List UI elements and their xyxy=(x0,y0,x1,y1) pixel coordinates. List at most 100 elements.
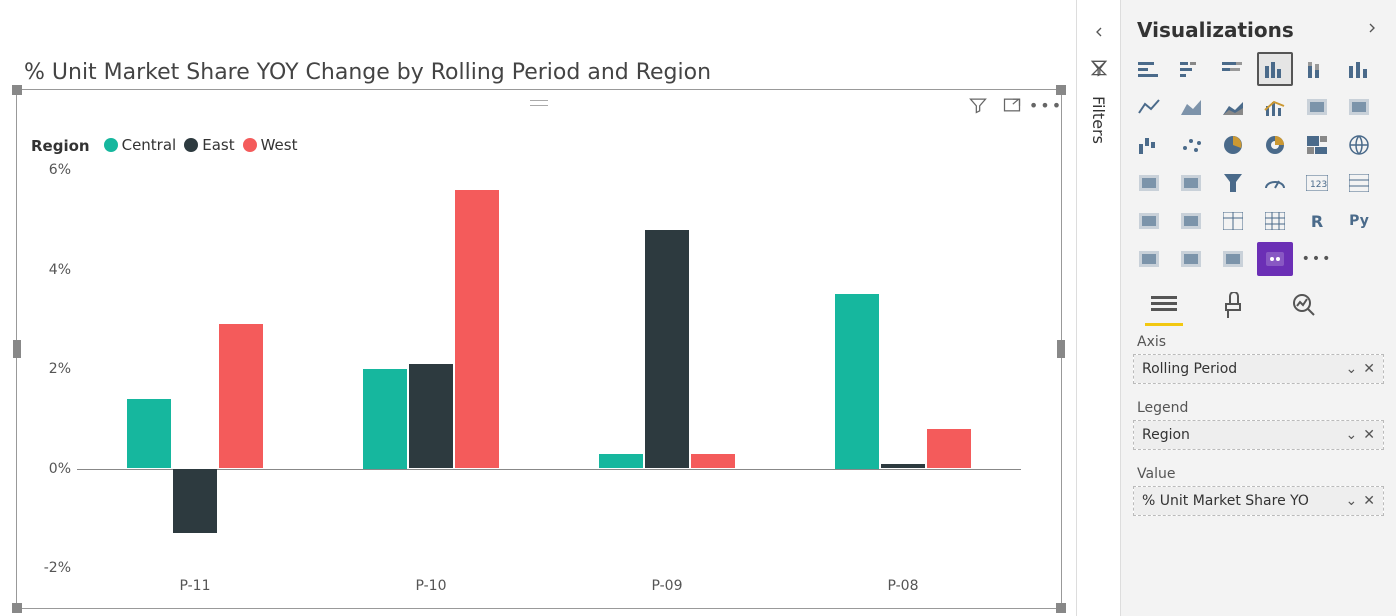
chevron-left-icon[interactable] xyxy=(1091,24,1107,44)
gauge-icon[interactable] xyxy=(1257,166,1293,200)
visual-header: ••• xyxy=(967,94,1057,116)
waterfall-icon[interactable] xyxy=(1131,128,1167,162)
bar[interactable] xyxy=(927,429,971,469)
stacked-column-icon[interactable] xyxy=(1299,52,1335,86)
y-tick-label: 6% xyxy=(27,162,71,178)
shape-map-icon[interactable] xyxy=(1173,166,1209,200)
legend-label: East xyxy=(202,136,234,154)
kpi-icon[interactable] xyxy=(1131,204,1167,238)
scatter-icon[interactable] xyxy=(1173,128,1209,162)
filled-map-icon[interactable] xyxy=(1131,166,1167,200)
slicer-icon[interactable] xyxy=(1173,204,1209,238)
qa-icon[interactable] xyxy=(1173,242,1209,276)
viz-pane-tabs xyxy=(1121,282,1396,324)
bar[interactable] xyxy=(881,464,925,469)
treemap-icon[interactable] xyxy=(1299,128,1335,162)
svg-text:123: 123 xyxy=(1310,180,1327,190)
y-tick-label: 4% xyxy=(27,262,71,278)
legend-label: West xyxy=(261,136,298,154)
bar[interactable] xyxy=(173,469,217,534)
table-icon[interactable] xyxy=(1215,204,1251,238)
powerapps-icon[interactable] xyxy=(1257,242,1293,276)
legend-title: Region xyxy=(31,137,90,155)
bar[interactable] xyxy=(835,294,879,468)
remove-field-icon[interactable]: ✕ xyxy=(1363,427,1375,443)
100pct-column-icon[interactable] xyxy=(1341,52,1377,86)
multirow-icon[interactable] xyxy=(1341,166,1377,200)
line-clustered-icon[interactable] xyxy=(1299,90,1335,124)
legend-swatch xyxy=(243,138,257,152)
arcgis-icon[interactable] xyxy=(1215,242,1251,276)
legend-field-well[interactable]: Region ⌄ ✕ xyxy=(1133,420,1384,450)
map-icon[interactable] xyxy=(1341,128,1377,162)
zero-axis-line xyxy=(77,469,1021,470)
bar[interactable] xyxy=(219,324,263,468)
more-options-icon[interactable]: ••• xyxy=(1035,94,1057,116)
legend-item[interactable]: Central xyxy=(104,136,177,154)
stacked-area-icon[interactable] xyxy=(1215,90,1251,124)
report-canvas: % Unit Market Share YOY Change by Rollin… xyxy=(0,0,1076,616)
resize-handle-r[interactable] xyxy=(1057,340,1065,358)
pie-icon[interactable] xyxy=(1215,128,1251,162)
filters-pane-collapsed[interactable]: Filters xyxy=(1076,0,1120,616)
resize-handle-br[interactable] xyxy=(1056,603,1066,613)
axis-field-well[interactable]: Rolling Period ⌄ ✕ xyxy=(1133,354,1384,384)
funnel-icon[interactable] xyxy=(1215,166,1251,200)
more-visuals-icon[interactable]: ••• xyxy=(1299,242,1335,276)
filters-pane-label: Filters xyxy=(1089,96,1108,144)
line-column-icon[interactable] xyxy=(1257,90,1293,124)
x-category-label: P-09 xyxy=(651,578,682,594)
chevron-down-icon[interactable]: ⌄ xyxy=(1346,427,1358,443)
legend-swatch xyxy=(184,138,198,152)
card-icon[interactable]: 123 xyxy=(1299,166,1335,200)
chevron-down-icon[interactable]: ⌄ xyxy=(1346,493,1358,509)
visualizations-pane-title: Visualizations xyxy=(1137,18,1294,42)
x-category-label: P-11 xyxy=(179,578,210,594)
axis-field-chip[interactable]: Rolling Period xyxy=(1142,361,1340,377)
resize-handle-tl[interactable] xyxy=(12,85,22,95)
matrix-icon[interactable] xyxy=(1257,204,1293,238)
bar[interactable] xyxy=(409,364,453,468)
resize-handle-tr[interactable] xyxy=(1056,85,1066,95)
python-visual-icon[interactable]: Py xyxy=(1341,204,1377,238)
bar[interactable] xyxy=(127,399,171,469)
legend-item[interactable]: East xyxy=(184,136,234,154)
bar[interactable] xyxy=(455,190,499,469)
filters-label-icon xyxy=(1089,58,1109,82)
remove-field-icon[interactable]: ✕ xyxy=(1363,361,1375,377)
clustered-bar-icon[interactable] xyxy=(1173,52,1209,86)
bar[interactable] xyxy=(691,454,735,469)
r-visual-icon[interactable]: R xyxy=(1299,204,1335,238)
resize-handle-bl[interactable] xyxy=(12,603,22,613)
legend-field-chip[interactable]: Region xyxy=(1142,427,1340,443)
resize-handle-l[interactable] xyxy=(13,340,21,358)
key-influencers-icon[interactable] xyxy=(1131,242,1167,276)
clustered-column-icon[interactable] xyxy=(1257,52,1293,86)
y-tick-label: 2% xyxy=(27,361,71,377)
donut-icon[interactable] xyxy=(1257,128,1293,162)
chevron-down-icon[interactable]: ⌄ xyxy=(1346,361,1358,377)
stacked-bar-icon[interactable] xyxy=(1131,52,1167,86)
area-icon[interactable] xyxy=(1173,90,1209,124)
focus-mode-icon[interactable] xyxy=(1001,94,1023,116)
bar[interactable] xyxy=(599,454,643,469)
filter-icon[interactable] xyxy=(967,94,989,116)
value-field-well[interactable]: % Unit Market Share YO ⌄ ✕ xyxy=(1133,486,1384,516)
analytics-tab-icon[interactable] xyxy=(1285,288,1323,322)
visual-frame[interactable]: ••• Region CentralEastWest 6%4%2%0%-2%P-… xyxy=(16,89,1062,609)
bar[interactable] xyxy=(363,369,407,469)
x-category-label: P-10 xyxy=(415,578,446,594)
chart-legend: Region Central East West xyxy=(31,136,305,156)
fields-tab-icon[interactable] xyxy=(1145,288,1183,322)
stacked-bar-h-icon[interactable] xyxy=(1215,52,1251,86)
value-field-chip[interactable]: % Unit Market Share YO xyxy=(1142,493,1340,509)
line-icon[interactable] xyxy=(1131,90,1167,124)
bar[interactable] xyxy=(645,230,689,469)
remove-field-icon[interactable]: ✕ xyxy=(1363,493,1375,509)
legend-section-label: Legend xyxy=(1121,390,1396,420)
legend-item[interactable]: West xyxy=(243,136,298,154)
chevron-right-icon[interactable] xyxy=(1364,20,1380,40)
y-tick-label: 0% xyxy=(27,461,71,477)
format-tab-icon[interactable] xyxy=(1215,288,1253,322)
ribbon-icon[interactable] xyxy=(1341,90,1377,124)
